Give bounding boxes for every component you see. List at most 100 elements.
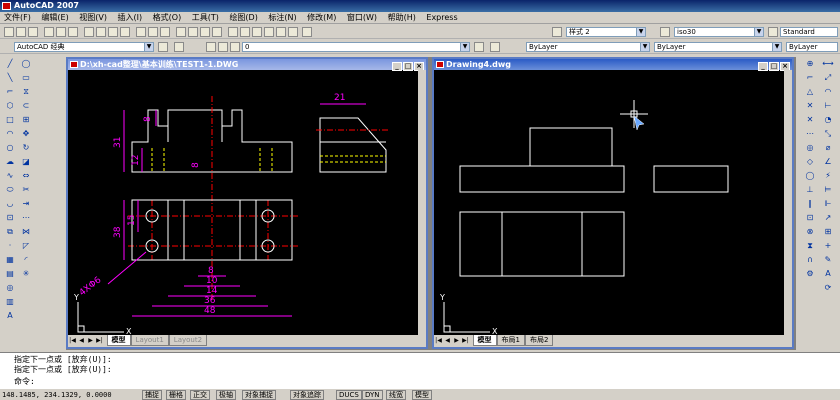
mirror-icon[interactable]: ⧖ <box>20 87 32 97</box>
menu-edit[interactable]: 编辑(E) <box>37 12 72 24</box>
snap-toggle[interactable]: 捕捉 <box>142 390 162 400</box>
radius-dim-icon[interactable]: ◔ <box>822 115 834 125</box>
polar-toggle[interactable]: 极轴 <box>216 390 236 400</box>
markup-icon[interactable] <box>276 27 286 37</box>
window-title-bar[interactable]: Drawing4.dwg _ □ × <box>434 59 792 71</box>
prev-tab-icon[interactable]: ◀ <box>443 336 452 346</box>
lineweight-toggle[interactable]: 线宽 <box>386 390 406 400</box>
none-snap-icon[interactable]: ∩ <box>804 255 816 265</box>
zoom-window-icon[interactable] <box>200 27 210 37</box>
rotate-icon[interactable]: ↻ <box>20 143 32 153</box>
nearest-snap-icon[interactable]: ⧗ <box>804 241 816 251</box>
dim-update-icon[interactable]: ⟳ <box>822 283 834 293</box>
first-tab-icon[interactable]: |◀ <box>434 336 443 346</box>
dim-edit-icon[interactable]: ✎ <box>822 255 834 265</box>
grid-toggle[interactable]: 栅格 <box>166 390 186 400</box>
array-icon[interactable]: ⊞ <box>20 115 32 125</box>
apparent-intersection-icon[interactable]: ✕ <box>804 115 816 125</box>
explode-icon[interactable]: ✳ <box>20 269 32 279</box>
ellipse-icon[interactable]: ◯ <box>20 59 32 69</box>
last-tab-icon[interactable]: ▶| <box>95 336 104 346</box>
first-tab-icon[interactable]: |◀ <box>68 336 77 346</box>
layer-select[interactable]: 0 ▼ <box>242 42 470 52</box>
dim-style-icon[interactable] <box>660 27 670 37</box>
region-icon[interactable]: ◎ <box>4 283 16 293</box>
linear-dim-icon[interactable]: ⟷ <box>822 59 834 69</box>
perpendicular-snap-icon[interactable]: ⊥ <box>804 185 816 195</box>
jogged-dim-icon[interactable]: ⤡ <box>822 129 834 139</box>
match-properties-icon[interactable] <box>120 27 130 37</box>
menu-dimension[interactable]: 标注(N) <box>264 12 300 24</box>
circle-icon[interactable]: ○ <box>4 143 16 153</box>
quadrant-snap-icon[interactable]: ◇ <box>804 157 816 167</box>
window-title-bar[interactable]: D:\xh-cad整理\基本训练\TEST1-1.DWG _ □ × <box>68 59 426 71</box>
table-style-icon[interactable] <box>768 27 778 37</box>
tolerance-icon[interactable]: ⊞ <box>822 227 834 237</box>
calculator-icon[interactable] <box>288 27 298 37</box>
osnap-settings-icon[interactable]: ⚙ <box>804 269 816 279</box>
hatch-icon[interactable]: ▦ <box>4 255 16 265</box>
ellipse-arc-icon[interactable]: ◡ <box>4 199 16 209</box>
print-icon[interactable] <box>44 27 54 37</box>
scale-icon[interactable]: ◪ <box>20 157 32 167</box>
join-icon[interactable]: ⋈ <box>20 227 32 237</box>
drawing-window-test1[interactable]: D:\xh-cad整理\基本训练\TEST1-1.DWG _ □ × 8 31 … <box>66 57 428 349</box>
insert-block-icon[interactable]: ⊡ <box>4 213 16 223</box>
ortho-toggle[interactable]: 正交 <box>190 390 210 400</box>
break-icon[interactable]: ⋯ <box>20 213 32 223</box>
text-style-icon[interactable] <box>552 27 562 37</box>
baseline-dim-icon[interactable]: ⊨ <box>822 185 834 195</box>
vertical-scrollbar[interactable] <box>418 70 426 335</box>
node-snap-icon[interactable]: ⊗ <box>804 227 816 237</box>
open-icon[interactable] <box>16 27 26 37</box>
lineweight-select[interactable]: ByLayer <box>786 42 838 52</box>
insert-snap-icon[interactable]: ⊡ <box>804 213 816 223</box>
stretch-icon[interactable]: ⇔ <box>20 171 32 181</box>
tab-model[interactable]: 模型 <box>472 335 497 346</box>
point-icon[interactable]: · <box>4 241 16 251</box>
command-window[interactable]: 指定下一点或 [放弃(U)]: 指定下一点或 [放弃(U)]: 命令: <box>0 352 840 388</box>
endpoint-snap-icon[interactable]: ⌐ <box>804 73 816 83</box>
next-tab-icon[interactable]: ▶ <box>86 336 95 346</box>
workspace-settings-icon[interactable] <box>158 42 168 52</box>
design-center-icon[interactable] <box>240 27 250 37</box>
menu-modify[interactable]: 修改(M) <box>303 12 340 24</box>
mtext-icon[interactable]: A <box>4 311 16 321</box>
last-tab-icon[interactable]: ▶| <box>461 336 470 346</box>
undo-icon[interactable] <box>148 27 158 37</box>
menu-format[interactable]: 格式(O) <box>149 12 186 24</box>
color-select[interactable]: ByLayer ▼ <box>526 42 650 52</box>
diameter-dim-icon[interactable]: ⌀ <box>822 143 834 153</box>
polygon-icon[interactable]: ⬡ <box>4 101 16 111</box>
tangent-snap-icon[interactable]: ◯ <box>804 171 816 181</box>
chamfer-icon[interactable]: ◸ <box>20 241 32 251</box>
polyline-icon[interactable]: ⌐ <box>4 87 16 97</box>
otrack-toggle[interactable]: 对象追踪 <box>290 390 324 400</box>
extend-icon[interactable]: ⇥ <box>20 199 32 209</box>
construction-line-icon[interactable]: ╲ <box>4 73 16 83</box>
menu-express[interactable]: Express <box>422 12 461 24</box>
arc-length-icon[interactable]: ◠ <box>822 87 834 97</box>
sheet-set-icon[interactable] <box>264 27 274 37</box>
fillet-icon[interactable]: ◜ <box>20 255 32 265</box>
cut-icon[interactable] <box>84 27 94 37</box>
parallel-snap-icon[interactable]: ∥ <box>804 199 816 209</box>
gradient-icon[interactable]: ▤ <box>4 269 16 279</box>
ellipse-tool-icon[interactable]: ⬭ <box>4 185 16 195</box>
tab-layout1[interactable]: 布局1 <box>496 335 526 346</box>
table-icon[interactable]: ▥ <box>4 297 16 307</box>
menu-help[interactable]: 帮助(H) <box>384 12 420 24</box>
tab-layout1[interactable]: Layout1 <box>130 335 169 346</box>
dyn-toggle[interactable]: DYN <box>362 390 383 400</box>
quick-dim-icon[interactable]: ⚡ <box>822 171 834 181</box>
midpoint-snap-icon[interactable]: △ <box>804 87 816 97</box>
leader-icon[interactable]: ↗ <box>822 213 834 223</box>
dim-style-select[interactable]: iso30 ▼ <box>674 27 764 37</box>
menu-insert[interactable]: 插入(I) <box>114 12 147 24</box>
make-current-layer-icon[interactable] <box>474 42 484 52</box>
tool-palette-icon[interactable] <box>252 27 262 37</box>
layer-previous-icon[interactable] <box>490 42 500 52</box>
menu-view[interactable]: 视图(V) <box>75 12 111 24</box>
osnap-toggle[interactable]: 对象捕捉 <box>242 390 276 400</box>
center-snap-icon[interactable]: ◎ <box>804 143 816 153</box>
